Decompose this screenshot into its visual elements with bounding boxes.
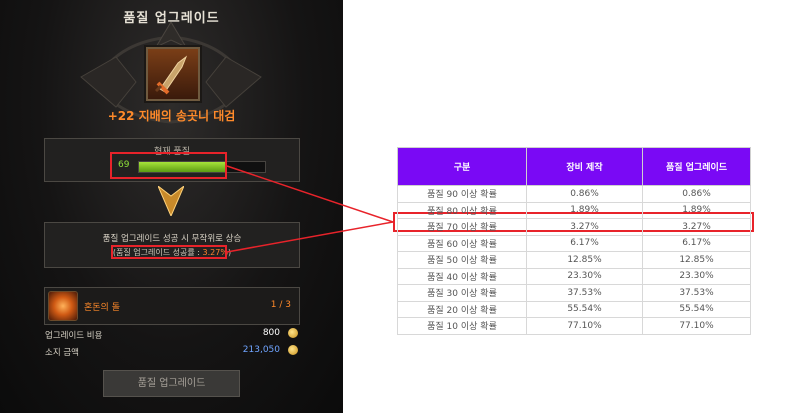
table-cell: 23.30% — [526, 267, 643, 285]
table-cell: 77.10% — [526, 317, 643, 335]
table-cell: 품질 10 이상 확률 — [397, 317, 527, 335]
table-cell: 3.27% — [642, 218, 751, 236]
table-cell: 1.89% — [642, 201, 751, 219]
table-cell: 품질 50 이상 확률 — [397, 251, 527, 269]
table-cell: 0.86% — [526, 185, 643, 203]
table-row: 품질 10 이상 확률 77.10% 77.10% — [397, 317, 751, 335]
table-row: 품질 20 이상 확률 55.54% 55.54% — [397, 300, 751, 318]
down-arrow-icon — [158, 186, 184, 216]
table-cell: 품질 80 이상 확률 — [397, 201, 527, 219]
quality-upgrade-panel: 품질 업그레이드 +22 지배의 송곳니 대검 현재 품질 69 품질 업그레이… — [0, 0, 343, 413]
gold-coin-icon — [288, 328, 298, 338]
gold-coin-icon — [288, 345, 298, 355]
item-slot[interactable] — [146, 47, 200, 101]
table-cell: 23.30% — [642, 267, 751, 285]
table-cell: 55.54% — [526, 300, 643, 318]
table-row: 품질 40 이상 확률 23.30% 23.30% — [397, 267, 751, 285]
table-cell: 12.85% — [642, 251, 751, 269]
chaos-stone-icon — [48, 291, 78, 321]
table-cell: 6.17% — [526, 234, 643, 252]
header-category: 구분 — [397, 147, 527, 186]
owned-label: 소지 금액 — [45, 348, 79, 358]
quality-upgrade-button[interactable]: 품질 업그레이드 — [103, 370, 240, 397]
rate-highlight — [111, 245, 227, 259]
material-name: 혼돈의 돌 — [84, 303, 120, 313]
table-row: 품질 50 이상 확률 12.85% 12.85% — [397, 251, 751, 269]
rate-suffix: ) — [227, 248, 232, 257]
upgrade-description: 품질 업그레이드 성공 시 무작위로 상승 — [102, 234, 242, 244]
table-row: 품질 60 이상 확률 6.17% 6.17% — [397, 234, 751, 252]
material-row: 혼돈의 돌 1 / 3 — [44, 287, 300, 325]
table-cell: 55.54% — [642, 300, 751, 318]
table-cell: 품질 70 이상 확률 — [397, 218, 527, 236]
table-cell: 품질 60 이상 확률 — [397, 234, 527, 252]
table-cell: 품질 40 이상 확률 — [397, 267, 527, 285]
owned-value: 213,050 — [242, 345, 280, 355]
table-cell: 77.10% — [642, 317, 751, 335]
quality-bar-highlight — [110, 152, 227, 179]
table-header-row: 구분 장비 제작 품질 업그레이드 — [397, 147, 751, 186]
table-cell: 3.27% — [526, 218, 643, 236]
table-row: 품질 70 이상 확률 3.27% 3.27% — [397, 218, 751, 236]
table-row: 품질 80 이상 확률 1.89% 1.89% — [397, 201, 751, 219]
table-cell: 12.85% — [526, 251, 643, 269]
probability-table: 구분 장비 제작 품질 업그레이드 품질 90 이상 확률 0.86% 0.86% … — [397, 147, 751, 335]
table-row: 품질 90 이상 확률 0.86% 0.86% — [397, 185, 751, 203]
material-count: 1 / 3 — [270, 300, 291, 310]
table-cell: 품질 30 이상 확률 — [397, 284, 527, 302]
header-craft: 장비 제작 — [526, 147, 643, 186]
table-cell: 품질 20 이상 확률 — [397, 300, 527, 318]
table-cell: 6.17% — [642, 234, 751, 252]
table-cell: 37.53% — [526, 284, 643, 302]
table-cell: 0.86% — [642, 185, 751, 203]
dagger-icon — [154, 55, 188, 95]
table-row: 품질 30 이상 확률 37.53% 37.53% — [397, 284, 751, 302]
table-cell: 37.53% — [642, 284, 751, 302]
cost-value: 800 — [262, 328, 280, 338]
item-name: +22 지배의 송곳니 대검 — [107, 109, 236, 123]
cost-label: 업그레이드 비용 — [45, 331, 103, 341]
table-cell: 1.89% — [526, 201, 643, 219]
header-upgrade: 품질 업그레이드 — [642, 147, 751, 186]
table-cell: 품질 90 이상 확률 — [397, 185, 527, 203]
